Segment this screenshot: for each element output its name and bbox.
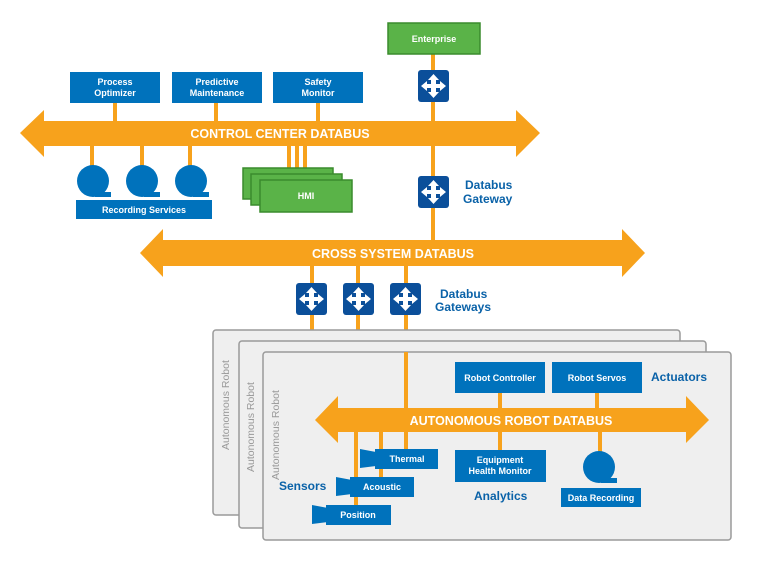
robot-panel-label: Autonomous Robot — [270, 390, 282, 480]
camera-icon — [336, 477, 352, 496]
gateway-icon — [390, 283, 421, 315]
actuators-label: Actuators — [651, 370, 707, 384]
sensor-thermal-label: Thermal — [389, 454, 424, 464]
analytics-label: Analytics — [474, 489, 528, 503]
gateway-icon — [418, 176, 449, 208]
databus-gateways-label-1: Databus — [440, 287, 488, 301]
equipment-health-monitor-label-2: Health Monitor — [469, 466, 532, 476]
hmi-stack — [242, 167, 353, 213]
svg-text:Maintenance: Maintenance — [190, 88, 245, 98]
svg-text:Optimizer: Optimizer — [94, 88, 136, 98]
robot-panel-label: Autonomous Robot — [220, 360, 232, 450]
gateway-icon — [296, 283, 327, 315]
svg-text:Safety: Safety — [304, 77, 331, 87]
databus-gateway-label-1: Databus — [465, 178, 513, 192]
gateway-icon — [418, 70, 449, 102]
camera-icon — [360, 449, 376, 468]
autonomous-robot-databus-label: AUTONOMOUS ROBOT DATABUS — [410, 414, 613, 428]
robot-controller-label: Robot Controller — [464, 373, 536, 383]
architecture-diagram: Enterprise CONTROL CENTER DATABUS Proces… — [20, 22, 732, 541]
data-recording-label: Data Recording — [568, 493, 635, 503]
tape-reel-icon — [126, 165, 160, 197]
camera-icon — [312, 505, 328, 524]
app-process-optimizer: Process Optimizer — [70, 72, 160, 103]
sensor-position-label: Position — [340, 510, 376, 520]
svg-text:Predictive: Predictive — [195, 77, 238, 87]
sensor-acoustic-label: Acoustic — [363, 482, 401, 492]
robot-servos-label: Robot Servos — [568, 373, 627, 383]
tape-reel-icon — [175, 165, 209, 197]
svg-text:Process: Process — [97, 77, 132, 87]
cross-system-databus-label: CROSS SYSTEM DATABUS — [312, 247, 474, 261]
equipment-health-monitor-label-1: Equipment — [477, 455, 524, 465]
gateway-icon — [343, 283, 374, 315]
control-center-databus-label: CONTROL CENTER DATABUS — [190, 127, 369, 141]
app-predictive-maintenance: Predictive Maintenance — [172, 72, 262, 103]
app-safety-monitor: Safety Monitor — [273, 72, 363, 103]
sensors-label: Sensors — [279, 479, 327, 493]
tape-reel-icon — [77, 165, 111, 197]
databus-gateways-label-2: Gateways — [435, 300, 491, 314]
svg-text:Monitor: Monitor — [302, 88, 335, 98]
databus-gateway-label-2: Gateway — [463, 192, 513, 206]
hmi-label: HMI — [298, 191, 315, 201]
recording-services-label: Recording Services — [102, 205, 186, 215]
enterprise-label: Enterprise — [412, 34, 457, 44]
robot-panel-label: Autonomous Robot — [245, 382, 257, 472]
